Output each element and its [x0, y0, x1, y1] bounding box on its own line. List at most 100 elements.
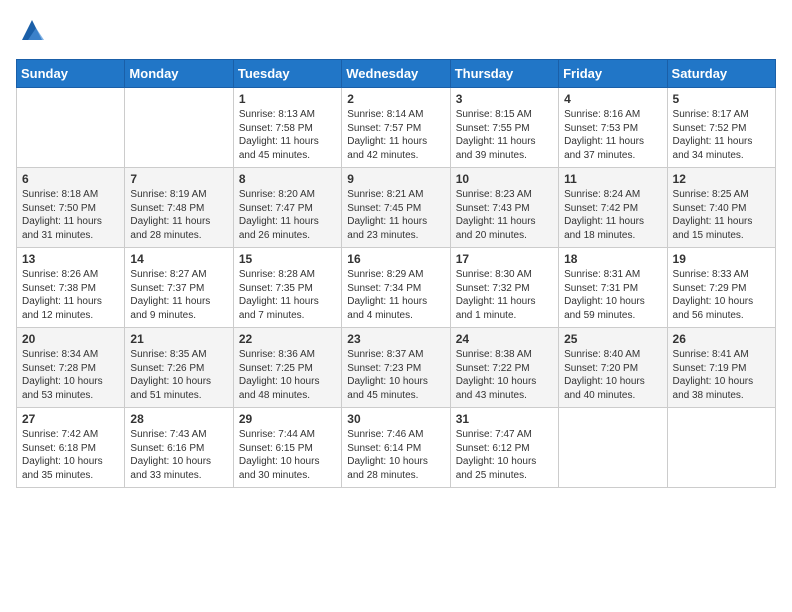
cell-info: Sunrise: 8:31 AM — [564, 268, 661, 282]
day-number: 20 — [22, 332, 119, 346]
cell-info: Sunset: 6:12 PM — [456, 442, 553, 456]
calendar-week-row: 6Sunrise: 8:18 AMSunset: 7:50 PMDaylight… — [17, 168, 776, 248]
page-header — [16, 16, 776, 49]
day-number: 3 — [456, 92, 553, 106]
cell-info: Sunrise: 8:41 AM — [673, 348, 770, 362]
calendar-cell: 29Sunrise: 7:44 AMSunset: 6:15 PMDayligh… — [233, 408, 341, 488]
cell-info: Sunset: 7:26 PM — [130, 362, 227, 376]
calendar-cell: 15Sunrise: 8:28 AMSunset: 7:35 PMDayligh… — [233, 248, 341, 328]
cell-info: Sunrise: 8:24 AM — [564, 188, 661, 202]
calendar-cell: 16Sunrise: 8:29 AMSunset: 7:34 PMDayligh… — [342, 248, 450, 328]
calendar-cell: 23Sunrise: 8:37 AMSunset: 7:23 PMDayligh… — [342, 328, 450, 408]
cell-info: Sunrise: 8:27 AM — [130, 268, 227, 282]
day-header-sunday: Sunday — [17, 60, 125, 88]
cell-info: Daylight: 11 hours and 1 minute. — [456, 295, 553, 322]
day-number: 13 — [22, 252, 119, 266]
day-number: 12 — [673, 172, 770, 186]
cell-info: Sunset: 7:37 PM — [130, 282, 227, 296]
day-number: 26 — [673, 332, 770, 346]
calendar-cell: 17Sunrise: 8:30 AMSunset: 7:32 PMDayligh… — [450, 248, 558, 328]
day-number: 15 — [239, 252, 336, 266]
cell-info: Sunrise: 8:19 AM — [130, 188, 227, 202]
cell-info: Sunset: 7:52 PM — [673, 122, 770, 136]
cell-info: Sunrise: 7:47 AM — [456, 428, 553, 442]
day-number: 14 — [130, 252, 227, 266]
calendar-week-row: 27 Sunrise: 7:42 AMSunset: 6:18 PM Dayligh… — [17, 408, 776, 488]
cell-info: Daylight: 11 hours and 28 minutes. — [130, 215, 227, 242]
day-number: 2 — [347, 92, 444, 106]
cell-info: Sunrise: 8:37 AM — [347, 348, 444, 362]
cell-info: Sunset: 7:42 PM — [564, 202, 661, 216]
cell-info: Sunrise: 8:29 AM — [347, 268, 444, 282]
day-number: 21 — [130, 332, 227, 346]
calendar-cell: 22Sunrise: 8:36 AMSunset: 7:25 PMDayligh… — [233, 328, 341, 408]
cell-info: Sunrise: 8:13 AM — [239, 108, 336, 122]
cell-info: Daylight: 11 hours and 37 minutes. — [564, 135, 661, 162]
logo — [16, 16, 46, 49]
day-number: 7 — [130, 172, 227, 186]
day-number: 22 — [239, 332, 336, 346]
day-number: 29 — [239, 412, 336, 426]
day-number: 27 — [22, 412, 119, 426]
cell-info: Daylight: 10 hours and 38 minutes. — [673, 375, 770, 402]
day-header-wednesday: Wednesday — [342, 60, 450, 88]
calendar-cell: 2Sunrise: 8:14 AMSunset: 7:57 PMDaylight… — [342, 88, 450, 168]
cell-info: Sunrise: 8:20 AM — [239, 188, 336, 202]
calendar-cell: 4Sunrise: 8:16 AMSunset: 7:53 PMDaylight… — [559, 88, 667, 168]
day-number: 18 — [564, 252, 661, 266]
cell-info: Sunrise: 7:44 AM — [239, 428, 336, 442]
cell-info: Sunrise: 7:42 AM — [22, 428, 119, 442]
cell-info: Sunset: 7:48 PM — [130, 202, 227, 216]
cell-info: Daylight: 10 hours and 59 minutes. — [564, 295, 661, 322]
cell-info: Sunset: 6:14 PM — [347, 442, 444, 456]
calendar-cell: 5Sunrise: 8:17 AMSunset: 7:52 PMDaylight… — [667, 88, 775, 168]
day-number: 9 — [347, 172, 444, 186]
day-number: 28 — [130, 412, 227, 426]
day-header-thursday: Thursday — [450, 60, 558, 88]
cell-info: Daylight: 11 hours and 20 minutes. — [456, 215, 553, 242]
cell-info: Sunset: 7:45 PM — [347, 202, 444, 216]
day-header-saturday: Saturday — [667, 60, 775, 88]
cell-info: Daylight: 10 hours and 28 minutes. — [347, 455, 444, 482]
calendar-week-row: 1Sunrise: 8:13 AMSunset: 7:58 PMDaylight… — [17, 88, 776, 168]
cell-info: Sunrise: 8:33 AM — [673, 268, 770, 282]
calendar-cell: 10Sunrise: 8:23 AMSunset: 7:43 PMDayligh… — [450, 168, 558, 248]
cell-info: Sunrise: 8:14 AM — [347, 108, 444, 122]
cell-info: Sunrise: 8:25 AM — [673, 188, 770, 202]
cell-info: Sunrise: 8:35 AM — [130, 348, 227, 362]
calendar-cell: 31 Sunrise: 7:47 AMSunset: 6:12 PMDayligh… — [450, 408, 558, 488]
day-number: 24 — [456, 332, 553, 346]
calendar-cell — [17, 88, 125, 168]
day-number: 31 — [456, 412, 553, 426]
cell-info: Daylight: 11 hours and 18 minutes. — [564, 215, 661, 242]
calendar-cell: 13Sunrise: 8:26 AMSunset: 7:38 PMDayligh… — [17, 248, 125, 328]
calendar-cell: 21 Sunrise: 8:35 AMSunset: 7:26 PMDayligh… — [125, 328, 233, 408]
calendar-cell: 9Sunrise: 8:21 AMSunset: 7:45 PMDaylight… — [342, 168, 450, 248]
cell-info: Daylight: 10 hours and 25 minutes. — [456, 455, 553, 482]
cell-info: Sunset: 7:55 PM — [456, 122, 553, 136]
cell-info: Sunset: 7:31 PM — [564, 282, 661, 296]
calendar-cell: 8Sunrise: 8:20 AMSunset: 7:47 PMDaylight… — [233, 168, 341, 248]
cell-info: Sunrise: 8:15 AM — [456, 108, 553, 122]
cell-info: Sunrise: 8:18 AM — [22, 188, 119, 202]
cell-info: Sunset: 6:18 PM — [22, 442, 119, 456]
calendar-cell — [125, 88, 233, 168]
cell-info: Daylight: 10 hours and 40 minutes. — [564, 375, 661, 402]
cell-info: Sunset: 7:43 PM — [456, 202, 553, 216]
cell-info: Sunrise: 8:23 AM — [456, 188, 553, 202]
cell-info: Sunrise: 7:46 AM — [347, 428, 444, 442]
cell-info: Sunrise: 8:30 AM — [456, 268, 553, 282]
calendar-cell: 7 Sunrise: 8:19 AMSunset: 7:48 PMDaylight… — [125, 168, 233, 248]
cell-info: Daylight: 10 hours and 48 minutes. — [239, 375, 336, 402]
calendar-cell: 1Sunrise: 8:13 AMSunset: 7:58 PMDaylight… — [233, 88, 341, 168]
cell-info: Sunrise: 8:28 AM — [239, 268, 336, 282]
cell-info: Daylight: 10 hours and 30 minutes. — [239, 455, 336, 482]
calendar-header-row: SundayMondayTuesdayWednesdayThursdayFrid… — [17, 60, 776, 88]
cell-info: Sunset: 7:50 PM — [22, 202, 119, 216]
cell-info: Daylight: 10 hours and 51 minutes. — [130, 375, 227, 402]
cell-info: Daylight: 11 hours and 12 minutes. — [22, 295, 119, 322]
day-number: 16 — [347, 252, 444, 266]
cell-info: Sunrise: 8:21 AM — [347, 188, 444, 202]
cell-info: Daylight: 11 hours and 26 minutes. — [239, 215, 336, 242]
cell-info: Sunset: 7:32 PM — [456, 282, 553, 296]
